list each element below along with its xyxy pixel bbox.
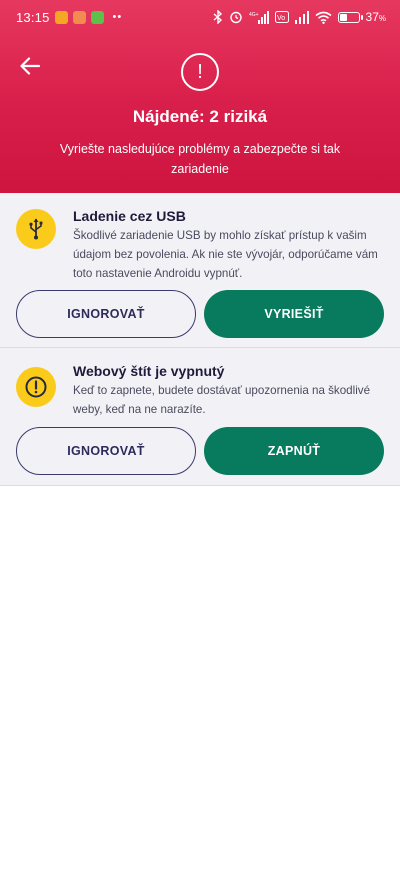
ignore-button[interactable]: IGNOROVAŤ xyxy=(16,427,196,475)
page-subtitle: Vyriešte nasledujúce problémy a zabezpeč… xyxy=(59,142,341,176)
battery-level xyxy=(339,13,347,21)
signal-icon: 4G+ xyxy=(249,10,269,24)
resolve-button[interactable]: VYRIEŠIŤ xyxy=(204,290,384,338)
battery-icon xyxy=(337,11,363,23)
issues-list: Ladenie cez USB Škodlivé zariadenie USB … xyxy=(0,193,400,486)
issue-title: Ladenie cez USB xyxy=(73,208,186,224)
issue-description: Škodlivé zariadenie USB by mohlo získať … xyxy=(73,229,378,280)
volte-label: Vo xyxy=(277,15,285,22)
status-bar-left: 13:15 •• xyxy=(16,10,122,25)
notification-app-icon xyxy=(72,10,86,24)
back-button[interactable] xyxy=(16,52,44,80)
notification-app-icon xyxy=(90,10,104,24)
alarm-icon xyxy=(229,10,243,24)
status-time: 13:15 xyxy=(16,9,50,25)
status-bar-right: 4G+ Vo 37% xyxy=(213,10,386,24)
arrow-left-icon xyxy=(20,57,40,75)
page-title: Nájdené: 2 riziká xyxy=(132,107,268,126)
battery-percent: 37% xyxy=(365,10,386,24)
bluetooth-icon xyxy=(213,10,223,24)
signal-icon xyxy=(294,10,309,24)
volte-icon: Vo xyxy=(274,11,289,23)
header: 13:15 •• 4G+ Vo 37% ! Nájdené: 2 riziká … xyxy=(0,0,400,193)
issue-description: Keď to zapnete, budete dostávať upozorne… xyxy=(73,384,371,416)
issue-card: Webový štít je vypnutý Keď to zapnete, b… xyxy=(0,348,400,486)
network-label: 4G+ xyxy=(249,12,259,18)
warning-icon: ! xyxy=(181,53,219,91)
more-notifications-icon: •• xyxy=(112,11,123,23)
enable-button[interactable]: ZAPNÚŤ xyxy=(204,427,384,475)
notification-app-icon xyxy=(54,10,68,24)
wifi-icon xyxy=(315,11,332,24)
ignore-button[interactable]: IGNOROVAŤ xyxy=(16,290,196,338)
alert-icon xyxy=(16,367,56,407)
status-bar: 13:15 •• 4G+ Vo 37% xyxy=(0,0,400,34)
usb-icon xyxy=(16,209,56,249)
issue-card: Ladenie cez USB Škodlivé zariadenie USB … xyxy=(0,193,400,348)
issue-title: Webový štít je vypnutý xyxy=(73,363,225,379)
